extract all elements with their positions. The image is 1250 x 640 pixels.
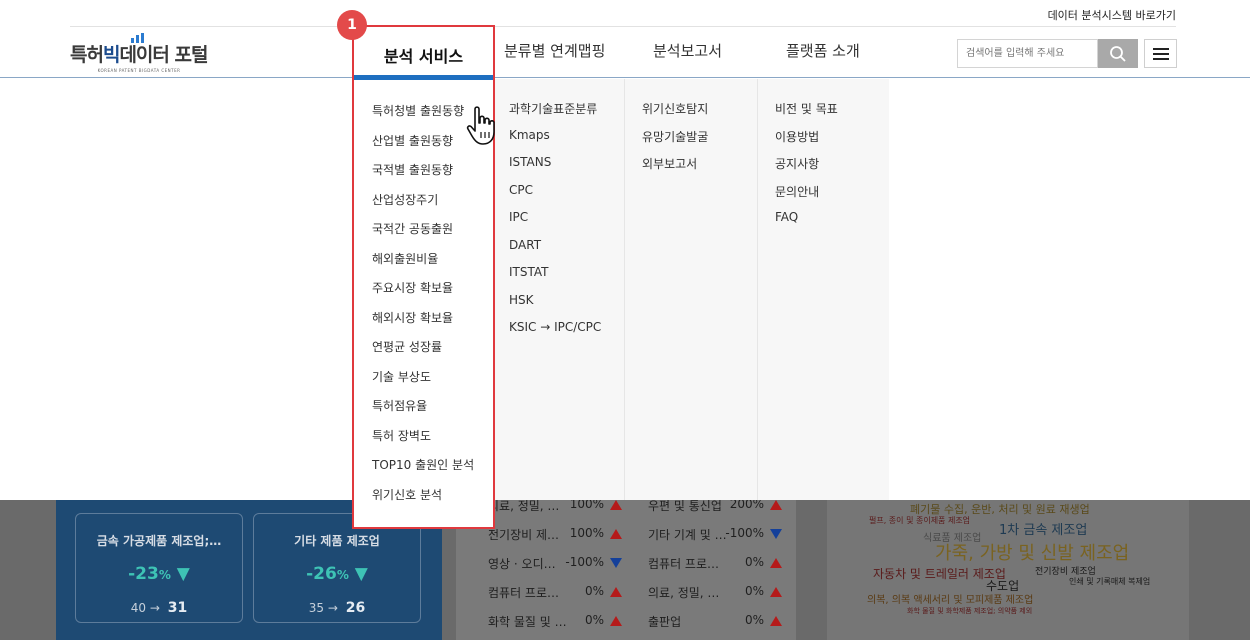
- wordcloud-term: 1차 금속 제조업: [999, 523, 1088, 538]
- table-row: 컴퓨터 프로… 0%: [488, 584, 622, 601]
- menu-item-platform[interactable]: 비전 및 목표: [775, 100, 838, 117]
- menu-item-platform[interactable]: FAQ: [775, 210, 798, 224]
- menu-item-mapping[interactable]: ITSTAT: [509, 265, 549, 279]
- trend-card: 기타 제품 제조업 -26% ▼ 35 → 26: [253, 513, 421, 623]
- menu-item-analysis[interactable]: 기술 부상도: [372, 368, 431, 385]
- hamburger-menu-button[interactable]: [1144, 39, 1177, 68]
- trend-up-icon: [610, 500, 622, 510]
- nav-item-reports[interactable]: 분석보고서: [653, 40, 722, 61]
- step-badge: 1: [337, 10, 367, 40]
- menu-column-reports: 위기신호탐지 유망기술발굴 외부보고서: [624, 79, 757, 500]
- menu-item-report[interactable]: 위기신호탐지: [642, 100, 708, 117]
- table-row: 영상 · 오디… -100%: [488, 555, 622, 572]
- menu-item-mapping[interactable]: IPC: [509, 210, 528, 224]
- trend-percent: -23% ▼: [128, 564, 190, 584]
- menu-item-report[interactable]: 외부보고서: [642, 155, 697, 172]
- header-divider: [70, 26, 1176, 27]
- menu-item-analysis[interactable]: 국적간 공동출원: [372, 220, 453, 237]
- menu-item-platform[interactable]: 공지사항: [775, 155, 819, 172]
- logo-chart-icon: [131, 33, 144, 43]
- menu-item-analysis[interactable]: 연평균 성장률: [372, 338, 442, 355]
- table-row: 의료, 정밀, … 100%: [488, 500, 622, 514]
- search-icon: [1110, 45, 1126, 62]
- menu-item-analysis[interactable]: 해외시장 확보율: [372, 309, 453, 326]
- menu-item-mapping[interactable]: ISTANS: [509, 155, 551, 169]
- trend-up-icon: [770, 558, 782, 568]
- trend-values: 40 → 31: [130, 600, 188, 616]
- menu-item-mapping[interactable]: CPC: [509, 183, 533, 197]
- search-button[interactable]: [1098, 39, 1138, 68]
- hamburger-icon: [1152, 47, 1169, 60]
- menu-column-mapping: 과학기술표준분류 Kmaps ISTANS CPC IPC DART ITSTA…: [492, 79, 624, 500]
- pointer-hand-icon: [466, 106, 495, 145]
- wordcloud-term: 화학 물질 및 화학제품 제조업; 의약품 제외: [907, 607, 1033, 615]
- menu-item-mapping[interactable]: KSIC → IPC/CPC: [509, 320, 601, 334]
- table-row: 전기장비 제… 100%: [488, 526, 622, 543]
- table-row: 출판업 0%: [648, 613, 782, 630]
- trend-up-icon: [770, 587, 782, 597]
- logo-subtext: KOREAN PATENT BIGDATA CENTER: [97, 68, 181, 73]
- wordcloud-term: 인쇄 및 기록매체 복제업: [1069, 577, 1151, 586]
- search-box: [957, 39, 1098, 68]
- menu-item-analysis[interactable]: 특허 장벽도: [372, 427, 431, 444]
- menu-item-mapping[interactable]: DART: [509, 238, 541, 252]
- table-row: 의료, 정밀, … 0%: [648, 584, 782, 601]
- nav-item-platform[interactable]: 플랫폼 소개: [786, 40, 860, 61]
- trend-down-icon: [610, 558, 622, 568]
- industry-wordcloud: 폐기물 수집, 운반, 처리 및 원료 재생업 펄프, 종이 및 종이제품 제조…: [827, 500, 1189, 640]
- page-overlay: 금속 가공제품 제조업;… -23% ▼ 40 → 31 기타 제품 제조업 -…: [0, 500, 1250, 640]
- menu-item-analysis[interactable]: 주요시장 확보율: [372, 279, 453, 296]
- menu-item-mapping[interactable]: 과학기술표준분류: [509, 100, 597, 117]
- table-row: 우편 및 통신업 200%: [648, 500, 782, 514]
- logo-text: 특허빅데이터 포털: [70, 44, 208, 66]
- menu-item-analysis[interactable]: 위기신호 분석: [372, 486, 442, 503]
- trend-card: 금속 가공제품 제조업;… -23% ▼ 40 → 31: [75, 513, 243, 623]
- trend-up-icon: [770, 616, 782, 626]
- analysis-system-link[interactable]: 데이터 분석시스템 바로가기: [1048, 7, 1176, 23]
- growth-table: 의료, 정밀, … 100% 전기장비 제… 100% 영상 · 오디… -100% …: [456, 500, 796, 640]
- site-header: 데이터 분석시스템 바로가기 특허빅데이터 포털 KOREAN PATENT B…: [0, 0, 1250, 78]
- trend-down-icon: [770, 529, 782, 539]
- menu-item-analysis[interactable]: 특허점유율: [372, 397, 427, 414]
- table-row: 화학 물질 및 … 0%: [488, 613, 622, 630]
- nav-item-analysis[interactable]: 분석 서비스: [354, 27, 493, 80]
- highlighted-analysis-menu: 분석 서비스 특허청별 출원동향 산업별 출원동향 국적별 출원동향 산업성장주…: [352, 25, 495, 529]
- menu-item-analysis[interactable]: 산업성장주기: [372, 191, 438, 208]
- trend-values: 35 → 26: [308, 600, 366, 616]
- trend-up-icon: [610, 616, 622, 626]
- trend-up-icon: [610, 587, 622, 597]
- menu-item-analysis[interactable]: 특허청별 출원동향: [372, 102, 464, 119]
- menu-item-report[interactable]: 유망기술발굴: [642, 128, 708, 145]
- wordcloud-term: 의복, 의복 액세서리 및 모피제품 제조업: [867, 595, 1034, 606]
- table-row: 컴퓨터 프로… 0%: [648, 555, 782, 572]
- wordcloud-term: 가죽, 가방 및 신발 제조업: [935, 543, 1130, 564]
- menu-item-platform[interactable]: 문의안내: [775, 183, 819, 200]
- trend-up-icon: [770, 500, 782, 510]
- menu-item-analysis[interactable]: TOP10 출원인 분석: [372, 456, 474, 473]
- site-logo[interactable]: 특허빅데이터 포털 KOREAN PATENT BIGDATA CENTER: [70, 33, 208, 73]
- trend-percent: -26% ▼: [306, 564, 368, 584]
- trend-up-icon: [610, 529, 622, 539]
- menu-item-mapping[interactable]: Kmaps: [509, 128, 550, 142]
- menu-column-platform: 비전 및 목표 이용방법 공지사항 문의안내 FAQ: [757, 79, 889, 500]
- nav-item-mapping[interactable]: 분류별 연계맵핑: [504, 40, 605, 61]
- menu-item-analysis[interactable]: 해외출원비율: [372, 250, 438, 267]
- menu-item-analysis[interactable]: 산업별 출원동향: [372, 132, 453, 149]
- menu-item-mapping[interactable]: HSK: [509, 293, 534, 307]
- menu-item-analysis[interactable]: 국적별 출원동향: [372, 161, 453, 178]
- menu-item-platform[interactable]: 이용방법: [775, 128, 819, 145]
- search-input[interactable]: [958, 40, 1096, 67]
- wordcloud-term: 펄프, 종이 및 종이제품 제조업: [869, 516, 971, 525]
- table-row: 기타 기계 및 … -100%: [648, 526, 782, 543]
